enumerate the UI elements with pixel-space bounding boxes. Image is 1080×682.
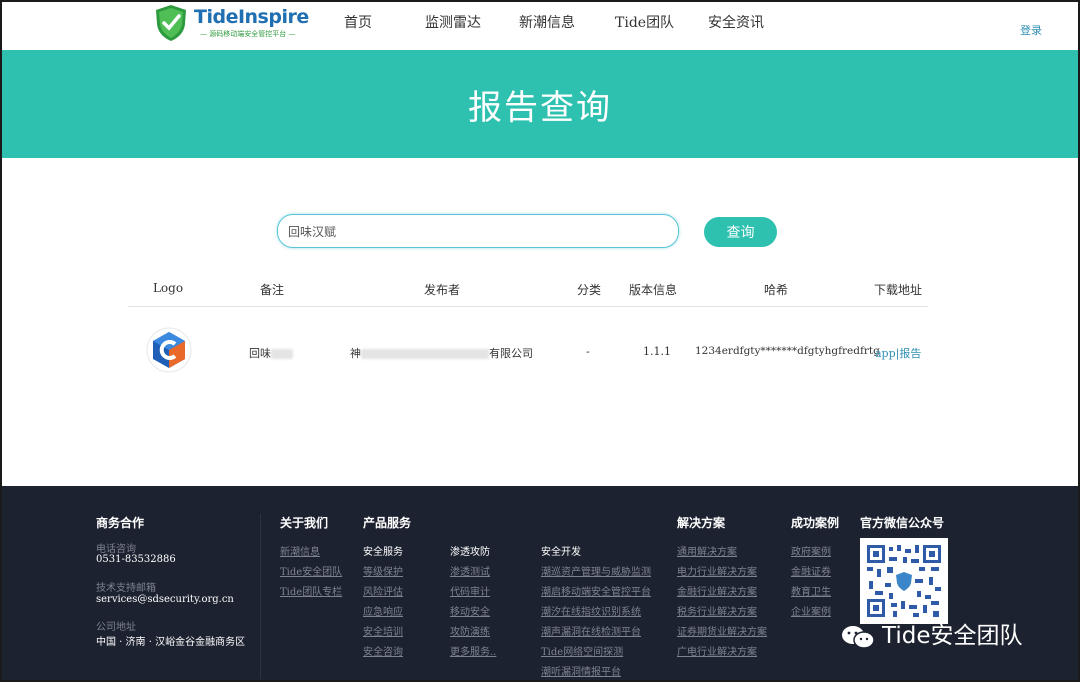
row-note: 回味 [249, 345, 293, 361]
footer-link[interactable]: 潮启移动端安全管控平台 [541, 583, 651, 598]
footer-link[interactable]: 潮巡资产管理与威胁监测 [541, 563, 651, 578]
footer-link[interactable]: 广电行业解决方案 [677, 643, 757, 658]
row-publisher: 神有限公司 [350, 347, 533, 360]
page-title: 报告查询 [468, 88, 612, 128]
phone-label: 电话咨询 [96, 544, 136, 555]
footer-link[interactable]: 电力行业解决方案 [677, 563, 757, 578]
app-download-link[interactable]: app [875, 347, 896, 360]
page: TideInspire — 源码移动端安全管控平台 — 首页 监测雷达 新潮信息… [0, 0, 1080, 682]
footer-link[interactable]: 等级保护 [363, 563, 403, 578]
footer-about-title: 关于我们 [280, 516, 329, 530]
email-label: 技术支持邮箱 [96, 583, 156, 594]
row-category: - [586, 345, 590, 358]
footer-link[interactable]: 新潮信息 [280, 543, 320, 558]
report-link[interactable]: 报告 [899, 347, 921, 360]
footer-solutions-title: 解决方案 [677, 516, 726, 530]
logo-title: TideInspire [194, 6, 309, 28]
footer-link[interactable]: 安全培训 [363, 623, 403, 638]
col-publisher: 发布者 [423, 283, 461, 297]
footer-divider [260, 514, 261, 679]
footer-link[interactable]: Tide团队专栏 [280, 583, 342, 598]
footer-link[interactable]: 政府案例 [791, 543, 831, 558]
footer-products-title: 产品服务 [363, 516, 412, 530]
footer-link[interactable]: 应急响应 [363, 603, 403, 618]
footer-link[interactable]: 安全咨询 [363, 643, 403, 658]
security-dev-title: 安全开发 [541, 547, 581, 558]
footer-link[interactable]: 金融证券 [791, 563, 831, 578]
site-footer: 商务合作 电话咨询 0531-83532886 技术支持邮箱 services@… [2, 486, 1078, 680]
page-banner: 报告查询 [2, 50, 1078, 158]
search-input[interactable] [277, 214, 679, 248]
col-version: 版本信息 [628, 283, 678, 297]
footer-link[interactable]: Tide安全团队 [280, 563, 342, 578]
logo-subtitle: — 源码移动端安全管控平台 — [200, 30, 296, 38]
email-value: services@sdsecurity.org.cn [96, 594, 234, 605]
wechat-icon [842, 626, 875, 649]
footer-biz-title: 商务合作 [96, 516, 145, 530]
footer-link[interactable]: 更多服务.. [450, 643, 496, 658]
address-label: 公司地址 [96, 622, 136, 633]
footer-cases-title: 成功案例 [791, 516, 840, 530]
col-hash: 哈希 [763, 283, 789, 297]
phone-value: 0531-83532886 [96, 554, 176, 565]
footer-link[interactable]: 金融行业解决方案 [677, 583, 757, 598]
nav-radar[interactable]: 监测雷达 [425, 12, 481, 32]
footer-link[interactable]: 代码审计 [450, 583, 490, 598]
security-services-title: 安全服务 [363, 547, 403, 558]
footer-link[interactable]: 教育卫生 [791, 583, 831, 598]
footer-link[interactable]: 渗透测试 [450, 563, 490, 578]
app-logo-icon [146, 327, 192, 373]
col-logo: Logo [152, 281, 184, 295]
footer-link[interactable]: 证券期货业解决方案 [677, 623, 767, 638]
top-header: TideInspire — 源码移动端安全管控平台 — 首页 监测雷达 新潮信息… [2, 2, 1078, 50]
qr-code-icon [865, 543, 943, 619]
col-note: 备注 [259, 283, 285, 297]
footer-link[interactable]: 移动安全 [450, 603, 490, 618]
redacted-note [271, 349, 293, 359]
nav-tide-team[interactable]: Tide团队 [615, 12, 674, 32]
row-hash: 1234erdfgty*******dfgtyhgfredfrtg [695, 345, 880, 357]
nav-news[interactable]: 新潮信息 [519, 12, 575, 32]
footer-link[interactable]: 风险评估 [363, 583, 403, 598]
pentest-title: 渗透攻防 [450, 547, 490, 558]
footer-link[interactable]: 潮声漏洞在线检测平台 [541, 623, 641, 638]
footer-wechat-title: 官方微信公众号 [860, 516, 945, 530]
wechat-qr-code [860, 538, 948, 624]
row-version: 1.1.1 [643, 345, 671, 358]
row-download: app|报告 [875, 347, 922, 360]
address-value: 中国 · 济南 · 汉峪金谷金融商务区 [96, 637, 246, 648]
shield-check-icon [156, 5, 186, 41]
nav-home[interactable]: 首页 [344, 12, 372, 32]
footer-link[interactable]: 攻防演练 [450, 623, 490, 638]
col-category: 分类 [576, 283, 602, 297]
table-divider [128, 306, 928, 307]
footer-link[interactable]: 潮汐在线指纹识别系统 [541, 603, 641, 618]
nav-security-news[interactable]: 安全资讯 [708, 12, 764, 32]
site-logo[interactable]: TideInspire — 源码移动端安全管控平台 — [154, 4, 309, 44]
watermark-text: Tide安全团队 [882, 623, 1023, 649]
footer-link[interactable]: 潮听漏洞情报平台 [541, 663, 621, 678]
login-link[interactable]: 登录 [1020, 22, 1042, 38]
footer-link[interactable]: 企业案例 [791, 603, 831, 618]
footer-link[interactable]: 通用解决方案 [677, 543, 737, 558]
footer-link[interactable]: Tide网络空间探测 [541, 643, 623, 658]
redacted-publisher [361, 349, 489, 359]
search-button[interactable]: 查询 [704, 217, 777, 247]
col-download: 下载地址 [873, 283, 923, 297]
footer-link[interactable]: 税务行业解决方案 [677, 603, 757, 618]
